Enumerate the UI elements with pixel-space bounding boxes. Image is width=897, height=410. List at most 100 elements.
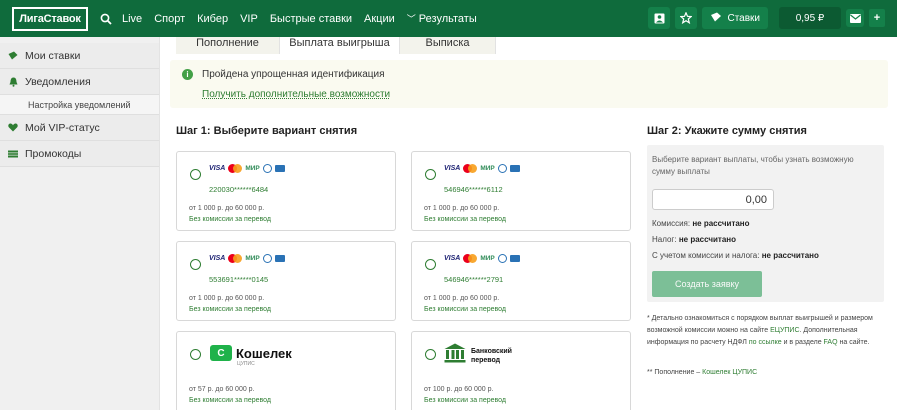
sidebar: Мои ставки Уведомления Настройка уведомл… xyxy=(0,37,160,410)
visa-logo: VISA xyxy=(444,165,461,172)
card-number: 220030******6484 xyxy=(209,185,269,194)
mail-icon[interactable] xyxy=(846,9,864,27)
balance-display[interactable]: 0,95 ₽ xyxy=(779,7,841,29)
tax-label: Налог: xyxy=(652,235,677,244)
koshelek-sub: ЦУПИС xyxy=(237,361,255,367)
commission-text: Без комиссии за перевод xyxy=(189,216,271,223)
mastercard-logo xyxy=(463,254,478,263)
nav-cyber[interactable]: Кибер xyxy=(197,13,228,25)
total-line: С учетом комиссии и налога: не рассчитан… xyxy=(652,251,819,260)
method-radio[interactable] xyxy=(190,259,201,270)
ndfl-link[interactable]: по ссылке xyxy=(749,339,782,346)
card-logos: VISA МИР xyxy=(444,254,520,263)
commission-text: Без комиссии за перевод xyxy=(189,306,271,313)
payout-method-card[interactable]: VISA МИР 546946******6112 от 1 000 р. до… xyxy=(411,151,631,231)
sidebar-item-my-bets[interactable]: Мои ставки xyxy=(0,43,159,69)
bets-label: Ставки xyxy=(727,12,760,24)
sidebar-item-label: Мои ставки xyxy=(25,49,81,62)
sidebar-item-label: Уведомления xyxy=(25,75,91,88)
deposit-plus-button[interactable]: + xyxy=(869,9,885,27)
info-icon: i xyxy=(182,69,193,80)
more-options-link[interactable]: Получить дополнительные возможности xyxy=(202,89,390,100)
main-nav: Live Спорт Кибер VIP Быстрые ставки Акци… xyxy=(122,12,489,25)
card-number: 553691******0145 xyxy=(209,275,269,284)
amount-panel: Выберите вариант выплаты, чтобы узнать в… xyxy=(647,145,884,302)
method-radio[interactable] xyxy=(425,169,436,180)
limit-text: от 1 000 р. до 60 000 р. xyxy=(189,205,265,212)
payout-method-card[interactable]: C Кошелек ЦУПИС от 57 р. до 60 000 р. Бе… xyxy=(176,331,396,410)
nav-vip[interactable]: VIP xyxy=(240,13,258,25)
sidebar-item-promocodes[interactable]: Промокоды xyxy=(0,141,159,167)
tab-statement[interactable]: Выписка xyxy=(400,37,496,54)
bell-icon xyxy=(8,77,18,87)
payment-system-icon xyxy=(262,254,272,263)
commission-line: Комиссия: не рассчитано xyxy=(652,219,750,228)
card-logos: VISA МИР xyxy=(209,254,285,263)
profile-icon[interactable] xyxy=(648,7,671,29)
payout-method-card[interactable]: VISA МИР 553691******0145 от 1 000 р. до… xyxy=(176,241,396,321)
payment-system-icon xyxy=(262,164,272,173)
sidebar-item-notifications[interactable]: Уведомления xyxy=(0,69,159,95)
mir-logo: МИР xyxy=(480,255,495,262)
card-icon xyxy=(509,255,520,262)
nav-live[interactable]: Live xyxy=(122,13,142,25)
bets-button[interactable]: Ставки xyxy=(702,7,768,29)
step2-title: Шаг 2: Укажите сумму снятия xyxy=(647,125,807,137)
create-request-button[interactable]: Создать заявку xyxy=(652,271,762,297)
nav-fast-bets[interactable]: Быстрые ставки xyxy=(270,13,352,25)
mir-logo: МИР xyxy=(245,255,260,262)
limit-text: от 100 р. до 60 000 р. xyxy=(424,386,494,393)
commission-text: Без комиссии за перевод xyxy=(424,216,506,223)
card-icon xyxy=(274,255,285,262)
method-radio[interactable] xyxy=(190,169,201,180)
koshelek-logo: C Кошелек xyxy=(210,345,292,361)
notice-text: Пройдена упрощенная идентификация xyxy=(202,69,385,80)
koshelek-cupis-link[interactable]: Кошелек ЦУПИС xyxy=(702,369,757,376)
bank-transfer-logo: Банковский перевод xyxy=(444,343,521,368)
star-icon[interactable] xyxy=(675,7,698,29)
main-content: Пополнение Выплата выигрыша Выписка i Пр… xyxy=(160,37,897,410)
mir-logo: МИР xyxy=(245,165,260,172)
footnote-payout: * Детально ознакомиться с порядком выпла… xyxy=(647,313,887,349)
mastercard-logo xyxy=(463,164,478,173)
sidebar-item-label: Настройка уведомлений xyxy=(28,99,131,110)
tab-deposit[interactable]: Пополнение xyxy=(176,37,280,54)
mir-logo: МИР xyxy=(480,165,495,172)
limit-text: от 1 000 р. до 60 000 р. xyxy=(424,295,500,302)
tax-value: не рассчитано xyxy=(678,235,736,244)
amount-input[interactable]: 0,00 xyxy=(652,189,774,210)
payout-method-card[interactable]: Банковский перевод от 100 р. до 60 000 р… xyxy=(411,331,631,410)
card-logos: VISA МИР xyxy=(209,164,285,173)
koshelek-mark-icon: C xyxy=(210,345,232,361)
payout-method-card[interactable]: VISA МИР 546946******2791 от 1 000 р. до… xyxy=(411,241,631,321)
step1-title: Шаг 1: Выберите вариант снятия xyxy=(176,125,358,137)
method-radio[interactable] xyxy=(190,349,201,360)
payout-method-card[interactable]: VISA МИР 220030******6484 от 1 000 р. до… xyxy=(176,151,396,231)
method-radio[interactable] xyxy=(425,349,436,360)
total-label: С учетом комиссии и налога: xyxy=(652,251,760,260)
payment-system-icon xyxy=(497,164,507,173)
method-radio[interactable] xyxy=(425,259,436,270)
tab-bar: Пополнение Выплата выигрыша Выписка xyxy=(176,37,496,54)
sidebar-item-vip-status[interactable]: Мой VIP-статус xyxy=(0,115,159,141)
nav-promos[interactable]: Акции xyxy=(364,13,395,25)
nav-results[interactable]: Результаты xyxy=(419,13,477,25)
identification-notice: i Пройдена упрощенная идентификация Полу… xyxy=(170,60,888,108)
heart-icon xyxy=(8,123,18,133)
bank-transfer-brand: Банковский перевод xyxy=(471,347,512,364)
search-icon[interactable] xyxy=(98,11,114,27)
logo[interactable]: ЛигаСтавок xyxy=(12,6,88,31)
faq-link[interactable]: FAQ xyxy=(824,339,838,346)
mastercard-logo xyxy=(228,254,243,263)
top-bar: ЛигаСтавок Live Спорт Кибер VIP Быстрые … xyxy=(0,0,897,37)
card-number: 546946******6112 xyxy=(444,185,503,194)
card-logos: VISA МИР xyxy=(444,164,520,173)
nav-sport[interactable]: Спорт xyxy=(154,13,185,25)
sidebar-item-notification-settings[interactable]: Настройка уведомлений xyxy=(0,95,159,115)
tab-withdrawal[interactable]: Выплата выигрыша xyxy=(280,37,400,54)
sidebar-item-label: Промокоды xyxy=(25,147,82,160)
mastercard-logo xyxy=(228,164,243,173)
visa-logo: VISA xyxy=(444,255,461,262)
chevron-down-icon[interactable]: ﹀ xyxy=(407,12,416,25)
ecupis-link[interactable]: ЕЦУПИС xyxy=(770,327,799,334)
